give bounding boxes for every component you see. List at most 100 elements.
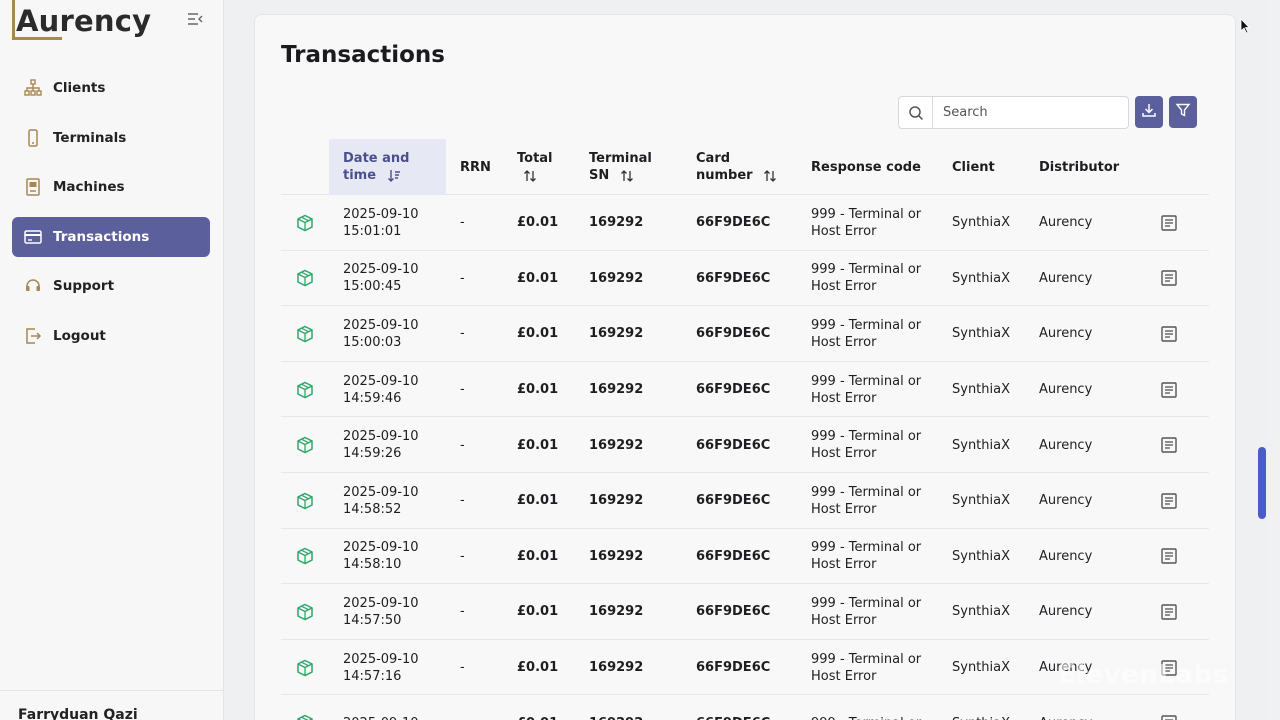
download-button[interactable] <box>1135 96 1163 128</box>
cell-date: 2025-09-10 <box>343 429 419 445</box>
sidebar-item-logout[interactable]: Logout <box>12 316 210 356</box>
search-icon[interactable] <box>899 97 933 128</box>
cell-client: SynthiaX <box>952 548 1011 564</box>
cell-terminal: 169292 <box>589 604 644 620</box>
sidebar-item-label: Support <box>53 278 115 295</box>
logo[interactable]: Aurency <box>12 0 151 42</box>
details-document-icon[interactable] <box>1160 584 1178 640</box>
cell-response-line2: Host Error <box>811 390 877 406</box>
cell-response-code: 999 - Terminal or Host Error <box>811 195 921 251</box>
column-header-label: Client <box>952 159 995 175</box>
hierarchy-icon <box>24 79 42 97</box>
table-row[interactable]: 2025-09-10 14:57:50 - £0.01 169292 66F9DE6C 99… <box>281 584 1209 640</box>
download-icon <box>1141 102 1157 122</box>
sidebar-item-terminals[interactable]: Terminals <box>12 118 210 158</box>
table-row[interactable]: 2025-09-10 14:58:52 - £0.01 169292 66F9DE6C 99… <box>281 473 1209 529</box>
collapse-sidebar-icon[interactable] <box>186 11 204 27</box>
sidebar-item-label: Terminals <box>53 129 127 146</box>
user-name[interactable]: Farryduan Qazi <box>18 707 138 720</box>
details-document-icon[interactable] <box>1160 417 1178 473</box>
cell-time: 15:00:45 <box>343 279 402 295</box>
details-document-icon[interactable] <box>1160 529 1178 585</box>
table-row[interactable]: 2025-09-10 15:00:45 - £0.01 169292 66F9DE6C 99… <box>281 251 1209 307</box>
cell-terminal: 169292 <box>589 382 644 398</box>
package-status-icon <box>296 584 314 640</box>
table-row[interactable]: 2025-09-10 14:59:26 - £0.01 169292 66F9DE6C 99… <box>281 417 1209 473</box>
column-header-response-code[interactable]: Response code <box>811 139 921 195</box>
cell-total: £0.01 <box>517 660 559 676</box>
sidebar-item-label: Machines <box>53 179 125 196</box>
column-header-date[interactable]: Date and time <box>329 139 446 195</box>
cell-rrn: - <box>460 270 465 286</box>
cell-time: 15:01:01 <box>343 223 402 239</box>
table-row[interactable]: 2025-09-10 - £0.01 169292 66F9DE6C 999 - Term… <box>281 695 1209 720</box>
cell-time: 14:58:52 <box>343 501 402 517</box>
scrollbar-thumb[interactable] <box>1258 447 1266 519</box>
cell-response-code: 999 - Terminal or Host Error <box>811 251 921 307</box>
sidebar-item-machines[interactable]: Machines <box>12 167 210 207</box>
cell-rrn: - <box>460 695 465 720</box>
cell-date: 2025-09-10 <box>343 206 419 222</box>
column-header-client[interactable]: Client <box>952 139 995 195</box>
cell-time: 14:59:46 <box>343 390 402 406</box>
cell-card: 66F9DE6C <box>696 270 771 286</box>
logo-text: Aurency <box>16 4 152 38</box>
cell-distributor: Aurency <box>1039 270 1093 286</box>
details-document-icon[interactable] <box>1160 251 1178 307</box>
cell-total: £0.01 <box>517 326 559 342</box>
cell-rrn: - <box>460 660 465 676</box>
cell-response-code: 999 - Terminal or Host Error <box>811 584 921 640</box>
cell-client: SynthiaX <box>952 695 1010 720</box>
column-header-terminal-sn[interactable]: Terminal SN <box>589 139 655 195</box>
scrollbar-track[interactable] <box>1268 0 1280 720</box>
cell-rrn: - <box>460 326 465 342</box>
cell-terminal: 169292 <box>589 660 644 676</box>
table-row[interactable]: 2025-09-10 15:01:01 - £0.01 169292 66F9DE6C 99… <box>281 195 1209 251</box>
details-document-icon[interactable] <box>1160 195 1178 251</box>
cell-response-line1: 999 - Terminal or <box>811 715 921 720</box>
table-body: 2025-09-10 15:01:01- £0.01 169292 66F9DE6C 99… <box>281 195 1209 720</box>
package-status-icon <box>296 473 314 529</box>
cell-card: 66F9DE6C <box>696 437 771 453</box>
filter-button[interactable] <box>1169 96 1197 128</box>
table-row[interactable]: 2025-09-10 15:00:03 - £0.01 169292 66F9DE6C 99… <box>281 306 1209 362</box>
search-input[interactable] <box>933 97 1123 128</box>
cell-response-code: 999 - Terminal or Host Error <box>811 473 921 529</box>
card-icon <box>24 228 42 246</box>
cell-response-line1: 999 - Terminal or <box>811 317 922 333</box>
sidebar-item-clients[interactable]: Clients <box>12 68 210 108</box>
cell-date-time: 2025-09-10 14:57:50 <box>343 584 419 640</box>
package-status-icon <box>296 695 314 720</box>
cell-distributor: Aurency <box>1039 437 1093 453</box>
details-document-icon[interactable] <box>1160 362 1178 418</box>
details-document-icon[interactable] <box>1160 473 1178 529</box>
cell-total: £0.01 <box>517 604 559 620</box>
sidebar-item-label: Logout <box>53 327 106 344</box>
cell-response-line1: 999 - Terminal or <box>811 429 922 445</box>
column-header-card-number[interactable]: Card number <box>696 139 778 195</box>
cell-time: 14:58:10 <box>343 557 402 573</box>
table-row[interactable]: 2025-09-10 14:58:10 - £0.01 169292 66F9DE6C 99… <box>281 529 1209 585</box>
sidebar-item-label: Transactions <box>53 228 150 245</box>
cell-response-line1: 999 - Terminal or <box>811 206 922 222</box>
package-status-icon <box>296 529 314 585</box>
package-status-icon <box>296 417 314 473</box>
cell-date-time: 2025-09-10 15:01:01 <box>343 195 419 251</box>
cell-terminal: 169292 <box>589 695 643 720</box>
table-row[interactable]: 2025-09-10 14:59:46 - £0.01 169292 66F9DE6C 99… <box>281 362 1209 418</box>
details-document-icon[interactable] <box>1160 306 1178 362</box>
cell-response-line2: Host Error <box>811 501 877 517</box>
details-document-icon[interactable] <box>1160 695 1178 720</box>
sidebar-item-transactions[interactable]: Transactions <box>12 216 210 257</box>
cell-date-time: 2025-09-10 14:58:52 <box>343 473 419 529</box>
column-header-rrn[interactable]: RRN <box>460 139 491 195</box>
cell-time: 14:57:16 <box>343 668 402 684</box>
cell-distributor: Aurency <box>1039 493 1093 509</box>
cell-response-line2: Host Error <box>811 223 877 239</box>
cell-rrn: - <box>460 437 465 453</box>
column-header-distributor[interactable]: Distributor <box>1039 139 1119 195</box>
sidebar-item-support[interactable]: Support <box>12 266 210 306</box>
filter-icon <box>1175 102 1191 122</box>
cell-date-time: 2025-09-10 14:59:26 <box>343 417 419 473</box>
column-header-total[interactable]: Total <box>517 139 553 195</box>
